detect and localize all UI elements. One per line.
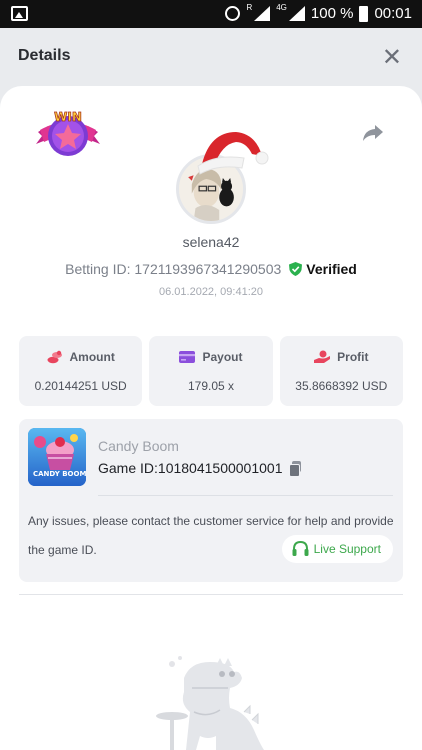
verified-label: Verified: [306, 261, 357, 277]
santa-hat-icon: [197, 132, 269, 175]
stat-amount-value: 0.20144251 USD: [34, 379, 127, 393]
image-notification-icon: [11, 6, 28, 21]
header: Details ✕: [0, 28, 422, 86]
live-support-label: Live Support: [313, 542, 381, 556]
stat-profit-value: 35.8668392 USD: [295, 379, 388, 393]
headset-icon: [292, 541, 309, 556]
stat-payout-label: Payout: [149, 350, 272, 364]
stat-payout-title: Payout: [202, 350, 243, 364]
section-divider: [19, 594, 403, 595]
stat-payout-value: 179.05 x: [187, 379, 235, 393]
avatar-container: [176, 132, 269, 224]
close-icon[interactable]: ✕: [382, 43, 402, 72]
game-id-value: 1018041500001001: [157, 460, 283, 476]
battery-icon: [359, 5, 369, 22]
battery-percent: 100 %: [310, 5, 354, 22]
share-icon[interactable]: [362, 124, 384, 142]
roaming-label: R: [246, 3, 253, 12]
candy-boom-image: CANDY BOOM: [28, 428, 86, 486]
status-icons: R 4G 100 % 00:01: [225, 3, 412, 22]
alarm-icon: [225, 6, 241, 21]
game-thumbnail[interactable]: CANDY BOOM: [28, 428, 86, 486]
betting-id-row: Betting ID: 1721193967341290503 Verified: [0, 261, 422, 277]
game-name: Candy Boom: [98, 438, 179, 454]
bet-timestamp: 06.01.2022, 09:41:20: [159, 286, 263, 298]
signal-icon: [254, 6, 271, 21]
verified-badge: Verified: [289, 261, 357, 277]
crocodile-mascot-icon: [156, 656, 264, 750]
stat-amount-title: Amount: [69, 350, 115, 364]
stat-payout: Payout 179.05 x: [149, 336, 273, 406]
game-id-label: Game ID:: [98, 460, 158, 476]
game-card: CANDY BOOM Candy Boom Game ID:1018041500…: [19, 419, 403, 582]
stat-profit: Profit 35.8668392 USD: [279, 336, 403, 406]
betting-id-value: 1721193967341290503: [134, 261, 282, 277]
stat-amount-label: Amount: [19, 350, 142, 364]
game-id-text: Game ID:1018041500001001: [98, 460, 282, 476]
game-thumb-text: CANDY BOOM: [33, 470, 86, 478]
clock: 00:01: [374, 5, 412, 22]
card-icon: [179, 351, 196, 363]
details-sheet: WIN selena42 Betting ID: 172119396734129…: [0, 86, 422, 750]
stat-amount: Amount 0.20144251 USD: [19, 336, 143, 406]
live-support-button[interactable]: Live Support: [281, 535, 393, 563]
stat-profit-label: Profit: [280, 350, 403, 364]
page-title: Details: [18, 47, 71, 64]
hand-money-icon: [314, 350, 331, 363]
shield-check-icon: [289, 262, 303, 276]
win-badge-icon: WIN: [36, 110, 100, 156]
betting-id-text: Betting ID: 1721193967341290503: [65, 261, 281, 277]
game-id-row: Game ID:1018041500001001: [98, 460, 302, 477]
status-bar: R 4G 100 % 00:01: [0, 0, 422, 28]
win-badge-text: WIN: [54, 110, 82, 124]
coins-icon: [47, 350, 62, 364]
stat-profit-title: Profit: [337, 350, 369, 364]
stats-row: Amount 0.20144251 USD Payout 179.05 x Pr…: [19, 336, 403, 406]
divider: [98, 495, 393, 496]
username: selena42: [182, 234, 240, 250]
network-label: 4G: [276, 3, 287, 12]
signal-icon-2: [288, 6, 305, 21]
betting-id-label: Betting ID:: [65, 261, 131, 277]
copy-icon[interactable]: [289, 461, 302, 477]
